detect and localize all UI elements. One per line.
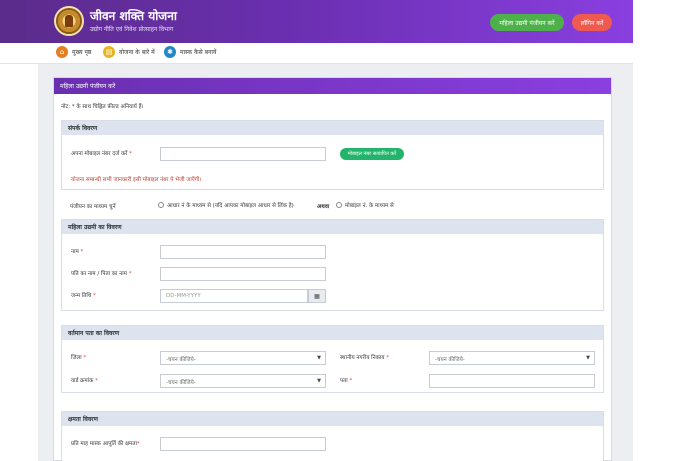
mobile-label: अपना मोबाइल नंबर दर्ज करें *: [71, 151, 132, 157]
address-heading: वर्तमान पता का विवरण: [62, 326, 603, 340]
district-select[interactable]: -चयन कीजिये- ▼: [160, 351, 326, 365]
capacity-section: क्षमता विवरण प्रति माह मास्क आपूर्ति की …: [61, 411, 604, 461]
father-name-label: पति का नाम / पिता का नाम *: [71, 271, 132, 277]
form-title: महिला उद्यमी पंजीयन करें: [54, 78, 611, 94]
top-navigation: ⌂ मुख्य पृष्ठ ▤ योजना के बारे में ✱ मास्…: [0, 43, 633, 64]
login-button[interactable]: लॉगिन करें: [572, 14, 612, 31]
verify-mobile-button[interactable]: मोबाइल नंबर सत्यापित करें: [340, 148, 404, 160]
or-text: अथवा: [317, 204, 330, 210]
entrepreneur-section: महिला उद्यमी का विवरण नाम * पति का नाम /…: [61, 219, 604, 311]
logo-icon: [54, 6, 84, 36]
calendar-icon[interactable]: ▦: [308, 289, 326, 303]
contact-heading: संपर्क विवरण: [62, 121, 603, 135]
form-note: नोट: * के साथ चिह्नित फ़ील्ड अनिवार्य है…: [61, 104, 144, 110]
chevron-down-icon: ▼: [586, 355, 590, 361]
local-body-label: स्थानीय नगरीय निकाय *: [340, 355, 389, 361]
nav-label: योजना के बारे में: [119, 49, 155, 56]
app-subtitle: उद्योग नीति एवं निवेश प्रोत्साहन विभाग: [90, 26, 174, 33]
chevron-down-icon: ▼: [317, 378, 321, 384]
app-title: जीवन शक्ति योजना: [90, 9, 177, 23]
page-edge: [634, 0, 640, 461]
chevron-down-icon: ▼: [317, 355, 321, 361]
registration-mode-label: पंजीयन का माध्यम चुनें: [70, 204, 116, 210]
name-input[interactable]: [160, 245, 326, 259]
nav-label: मास्क कैसे बनायें: [180, 49, 217, 56]
register-button[interactable]: महिला उद्यमी पंजीयन करें: [490, 14, 564, 31]
nav-item-about[interactable]: ▤ योजना के बारे में: [103, 46, 155, 58]
name-label: नाम *: [71, 249, 84, 255]
monthly-capacity-input[interactable]: [160, 437, 326, 451]
mobile-input[interactable]: [160, 147, 326, 161]
radio-circle-icon[interactable]: [336, 202, 342, 208]
district-label: जिला *: [71, 355, 87, 361]
dob-input[interactable]: DD-MM-YYYY: [160, 289, 308, 303]
capacity-heading: क्षमता विवरण: [62, 412, 603, 426]
entrepreneur-heading: महिला उद्यमी का विवरण: [62, 220, 603, 234]
ward-label: वार्ड क्रमांक *: [71, 378, 98, 384]
local-body-select[interactable]: -चयन कीजिये- ▼: [429, 351, 595, 365]
nav-label: मुख्य पृष्ठ: [72, 49, 92, 56]
document-icon: ▤: [103, 46, 115, 58]
gear-icon: ✱: [164, 46, 176, 58]
contact-section: संपर्क विवरण अपना मोबाइल नंबर दर्ज करें …: [61, 120, 604, 190]
ward-select[interactable]: -चयन कीजिये- ▼: [160, 374, 326, 388]
nav-item-mask[interactable]: ✱ मास्क कैसे बनायें: [164, 46, 216, 58]
address-label: पता *: [340, 378, 353, 384]
nav-item-home[interactable]: ⌂ मुख्य पृष्ठ: [56, 46, 91, 58]
mobile-info-text: योजना सम्बन्धी सभी जानकारी इसी मोबाइल नं…: [71, 177, 202, 183]
father-name-input[interactable]: [160, 267, 326, 281]
app-header: जीवन शक्ति योजना उद्योग नीति एवं निवेश प…: [0, 0, 633, 43]
radio-aadhaar[interactable]: आधार नं के माध्यम से (यदि आपका मोबाइल आध…: [158, 201, 294, 209]
monthly-capacity-label: प्रति माह मास्क आपूर्ति की क्षमता*: [71, 441, 140, 447]
radio-circle-icon[interactable]: [158, 202, 164, 208]
radio-mobile[interactable]: मोबाइल नं. के माध्यम से: [336, 201, 394, 209]
address-section: वर्तमान पता का विवरण जिला * -चयन कीजिये-…: [61, 325, 604, 393]
dob-label: जन्म तिथि *: [71, 293, 96, 299]
registration-form: महिला उद्यमी पंजीयन करें नोट: * के साथ च…: [53, 77, 612, 461]
address-input[interactable]: [429, 374, 595, 388]
home-icon: ⌂: [56, 46, 68, 58]
